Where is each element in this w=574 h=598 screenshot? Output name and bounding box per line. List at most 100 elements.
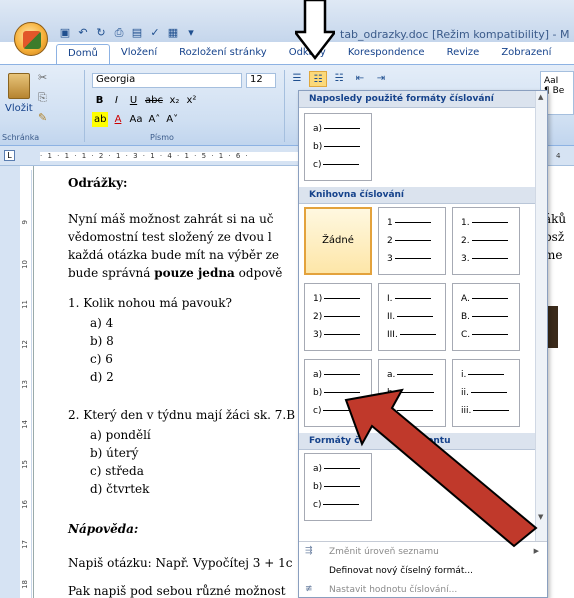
superscript-button[interactable]: x² — [184, 93, 199, 108]
table-icon[interactable]: ▦ — [166, 26, 180, 40]
tile-marker: 1 — [387, 218, 393, 228]
tile-marker: 3. — [461, 254, 470, 264]
tile-marker: B. — [461, 312, 471, 322]
tile-row: A. — [461, 294, 508, 304]
tile-marker: 3) — [313, 330, 323, 340]
tile-row: I. — [387, 294, 431, 304]
numbering-tile-arabic[interactable]: 1 2 3 — [378, 207, 446, 275]
numbering-tile-arabic-dot[interactable]: 1. 2. 3. — [452, 207, 520, 275]
tile-row: b) — [313, 142, 361, 152]
vruler-number: 16 — [21, 500, 29, 509]
numbering-icon[interactable]: ☷ — [309, 71, 327, 87]
bullets-icon[interactable]: ☰ — [288, 71, 306, 87]
spelling-icon[interactable]: ✓ — [148, 26, 162, 40]
library-header: Knihovna číslování — [299, 187, 547, 204]
numbering-tile-recent[interactable]: a) b) c) — [304, 113, 372, 181]
tile-marker: 3 — [387, 254, 393, 264]
tab-rozlozeni[interactable]: Rozložení stránky — [168, 44, 278, 64]
tile-marker: 1. — [461, 218, 470, 228]
tile-row: c) — [313, 160, 360, 170]
change-case-button[interactable]: Aa — [127, 112, 144, 127]
doc-heading: Odrážky: — [68, 176, 128, 190]
multilevel-list-icon[interactable]: ☵ — [330, 71, 348, 87]
doc-para-line-3: každá otázka bude mít na výběr ze — [68, 248, 280, 262]
redo-icon[interactable]: ↻ — [94, 26, 108, 40]
tile-marker: A. — [461, 294, 470, 304]
style-preview-1: AaI — [544, 76, 559, 86]
grow-font-button[interactable]: A˄ — [146, 112, 162, 127]
tile-row: 2 — [387, 236, 431, 246]
vruler-number: 12 — [21, 340, 29, 349]
increase-indent-icon[interactable]: ⇥ — [372, 71, 390, 87]
highlight-button[interactable]: ab — [92, 112, 109, 127]
paste-button-label[interactable]: Vložit — [5, 103, 33, 114]
office-button[interactable] — [14, 22, 48, 56]
tile-marker: b) — [313, 388, 323, 398]
vertical-ruler-track — [0, 166, 20, 598]
doc-para-line-4: bude správná pouze jedna odpově — [68, 266, 282, 280]
vertical-ruler[interactable]: 9 10 11 12 13 14 15 16 17 18 — [20, 170, 32, 598]
tile-marker: c) — [313, 406, 322, 416]
paragraph-list-buttons: ☰ ☷ ☵ ⇤ ⇥ — [288, 71, 390, 87]
command-label: Změnit úroveň seznamu — [329, 547, 439, 557]
list-level-icon: ⇶ — [305, 546, 313, 556]
qat-more-icon[interactable]: ▾ — [184, 26, 198, 40]
question-1-option: b) 8 — [90, 334, 114, 348]
ruler-right-mark: 4 — [556, 152, 561, 160]
font-name-field[interactable]: Georgia — [92, 73, 242, 88]
shrink-font-button[interactable]: A˅ — [164, 112, 180, 127]
tab-zobrazeni[interactable]: Zobrazení — [490, 44, 562, 64]
vruler-number: 11 — [21, 300, 29, 309]
vruler-number: 14 — [21, 420, 29, 429]
font-color-row: ab A Aa A˄ A˅ — [92, 112, 180, 127]
tile-row: a) — [313, 124, 361, 134]
save-icon[interactable]: ▣ — [58, 26, 72, 40]
cut-icon[interactable]: ✂ — [38, 71, 47, 84]
font-size-field[interactable]: 12 — [246, 73, 276, 88]
paste-icon[interactable] — [8, 73, 30, 99]
office-logo-icon — [23, 31, 41, 49]
question-1-option: a) 4 — [90, 316, 114, 330]
tile-marker: b) — [313, 142, 323, 152]
tab-revize[interactable]: Revize — [436, 44, 491, 64]
submenu-arrow-icon: ▶ — [533, 547, 539, 555]
define-number-format-command[interactable]: Definovat nový číselný formát... — [299, 562, 547, 581]
copy-icon[interactable]: ⎘ — [38, 91, 47, 105]
question-2-option: a) pondělí — [90, 428, 151, 442]
subscript-button[interactable]: x₂ — [167, 93, 182, 108]
font-color-button[interactable]: A — [110, 112, 125, 127]
tab-korespondence[interactable]: Korespondence — [337, 44, 436, 64]
ribbon-separator — [84, 70, 85, 142]
numbering-tile-none[interactable]: Žádné — [304, 207, 372, 275]
question-1-option: d) 2 — [90, 370, 114, 384]
tile-row: 2) — [313, 312, 361, 322]
scroll-up-icon[interactable]: ▲ — [538, 93, 543, 101]
tab-selector[interactable]: L — [4, 150, 15, 161]
doc-para-bold: pouze jedna — [154, 266, 235, 280]
preview-icon[interactable]: ▤ — [130, 26, 144, 40]
question-2-option: d) čtvrtek — [90, 482, 150, 496]
numbering-tile-upper-alpha[interactable]: A. B. C. — [452, 283, 520, 351]
print-icon[interactable]: ⎙ — [112, 26, 126, 40]
horizontal-ruler[interactable]: · 1 · 1 · 1 · 2 · 1 · 3 · 1 · 4 · 1 · 5 … — [40, 152, 300, 161]
tab-vlozeni[interactable]: Vložení — [110, 44, 168, 64]
question-1-option: c) 6 — [90, 352, 113, 366]
numbering-tile-arabic-paren[interactable]: 1) 2) 3) — [304, 283, 372, 351]
strikethrough-button[interactable]: abc — [143, 93, 165, 108]
question-2-option: b) úterý — [90, 446, 139, 460]
underline-button[interactable]: U — [126, 93, 141, 108]
last-line: Pak napiš pod sebou různé možnost — [68, 584, 286, 598]
tile-marker: a) — [313, 124, 323, 134]
undo-icon[interactable]: ↶ — [76, 26, 90, 40]
tile-row: 3) — [313, 330, 361, 340]
tab-domu[interactable]: Domů — [56, 44, 110, 64]
format-painter-icon[interactable]: ✎ — [38, 111, 47, 124]
decrease-indent-icon[interactable]: ⇤ — [351, 71, 369, 87]
italic-button[interactable]: I — [109, 93, 124, 108]
ribbon-separator — [284, 70, 285, 142]
recent-formats-header: Naposledy použité formáty číslování — [299, 91, 547, 108]
bold-button[interactable]: B — [92, 93, 107, 108]
doc-para-tail: odpově — [234, 266, 283, 280]
set-numbering-value-command[interactable]: ≢ Nastavit hodnotu číslování... — [299, 581, 547, 598]
numbering-tile-roman[interactable]: I. II. III. — [378, 283, 446, 351]
